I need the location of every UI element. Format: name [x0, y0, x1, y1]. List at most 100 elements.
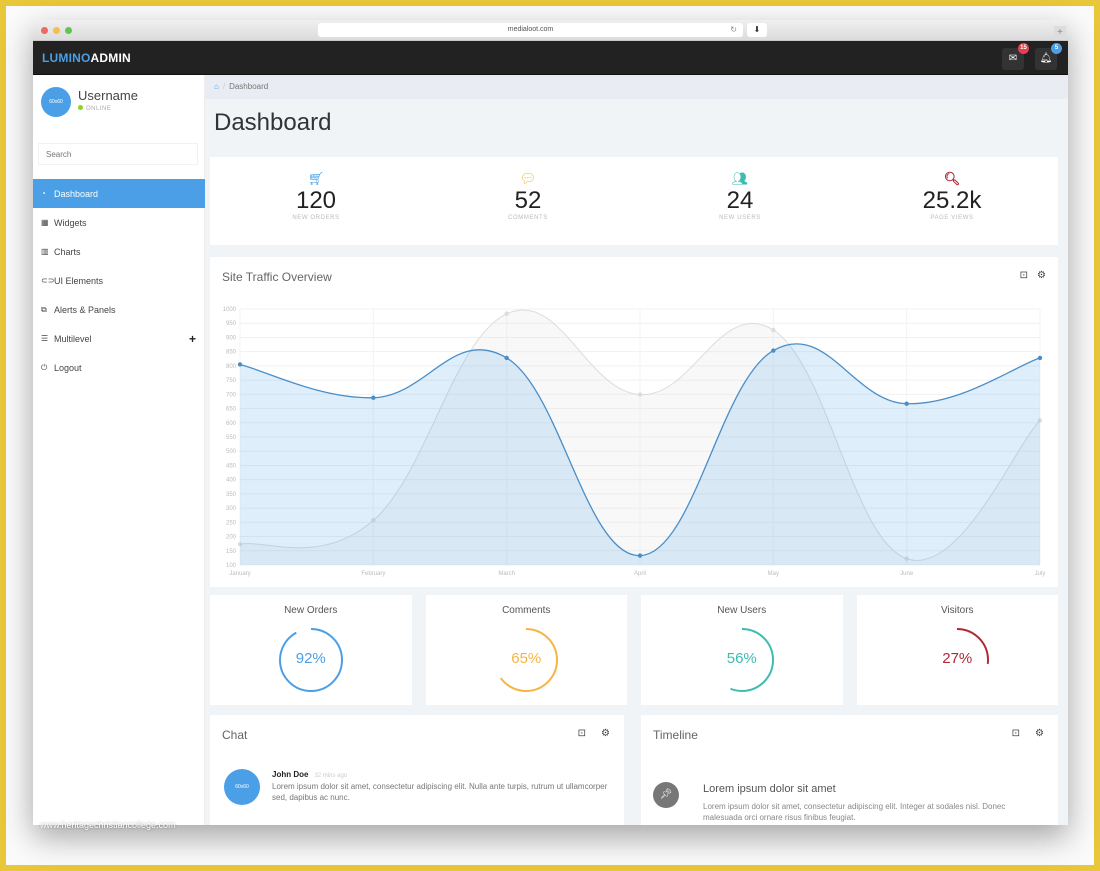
messages-button[interactable]: ✉ 15 — [1002, 43, 1029, 70]
envelope-icon: ✉ — [1008, 53, 1018, 64]
sidebar-item-alerts-panels[interactable]: ⧉ Alerts & Panels — [33, 295, 205, 324]
new-tab-button[interactable]: + — [1054, 26, 1066, 40]
expand-icon[interactable]: + — [189, 332, 196, 346]
search-icon: 🔍︎ — [943, 171, 961, 186]
sidebar-search-input[interactable] — [38, 143, 198, 165]
circle-stat-title: Comments — [502, 605, 551, 616]
stat-label: NEW ORDERS — [292, 215, 340, 221]
data-point — [504, 355, 509, 361]
chat-author: John Doe — [272, 770, 309, 779]
maximize-window-button[interactable] — [65, 27, 72, 34]
chat-message-header: John Doe 32 mins ago — [272, 770, 347, 779]
sidebar-item-label: UI Elements — [54, 275, 104, 286]
circle-stat-value: 56% — [726, 650, 757, 667]
sidebar-menu: ◔ Dashboard ▦ Widgets ▥ Charts ⊂⊃ UI Ele… — [33, 179, 205, 382]
avatar[interactable]: 60x60 — [41, 87, 71, 117]
page-title: Dashboard — [214, 109, 332, 136]
chat-avatar: 60x60 — [224, 769, 260, 805]
settings-icon[interactable]: ⚙ — [1037, 270, 1046, 281]
y-tick-label: 600 — [226, 421, 237, 427]
circle-stat-value: 92% — [295, 650, 326, 667]
y-tick-label: 100 — [226, 563, 237, 569]
watermark: www.heritagechristiancollege.com — [40, 820, 176, 830]
panel-header: Site Traffic Overview ⊡ ⚙ — [210, 257, 1058, 297]
sidebar: 60x60 Username ONLINE ◔ Dashboard ▦ Widg… — [33, 75, 205, 825]
toggle-panel-icon[interactable]: ⊡ — [1020, 270, 1028, 281]
timeline-panel: Timeline ⊡ ⚙ 📌︎ Lorem ipsum dolor sit am… — [641, 715, 1058, 825]
data-point — [904, 401, 909, 406]
y-tick-label: 700 — [226, 392, 237, 398]
address-bar[interactable]: medialoot.com ↻ — [318, 23, 743, 37]
sidebar-item-widgets[interactable]: ▦ Widgets — [33, 208, 205, 237]
top-navbar: LUMINOADMIN ✉ 15 🔔︎ 5 — [33, 41, 1068, 75]
chat-message-text: Lorem ipsum dolor sit amet, consectetur … — [272, 782, 608, 802]
stat-value: 120 — [295, 187, 337, 214]
x-tick-label: May — [768, 571, 779, 577]
circle-stat-value: 65% — [511, 650, 542, 667]
x-tick-label: June — [900, 571, 914, 577]
clone-icon: ⧉ — [41, 304, 47, 314]
data-point — [1037, 355, 1043, 361]
circle-stat-comments: Comments 65% — [425, 595, 627, 705]
y-tick-label: 1000 — [223, 307, 237, 313]
data-point — [771, 327, 776, 333]
sidebar-item-multilevel[interactable]: ☰ Multilevel + — [33, 324, 205, 353]
circle-stat-value: 27% — [942, 650, 973, 667]
minimize-window-button[interactable] — [53, 27, 60, 34]
sidebar-item-logout[interactable]: ⏻ Logout — [33, 353, 205, 382]
pushpin-icon: 📌︎ — [653, 782, 679, 808]
stat-label: COMMENTS — [508, 215, 548, 221]
y-tick-label: 800 — [226, 364, 237, 370]
data-point — [504, 311, 509, 317]
traffic-chart: 100 150 200 250 300 350 400 450 500 550 600 650 700 7… — [223, 307, 1046, 577]
stats-row: 🛒︎ 120 NEW ORDERS 💬︎ 52 COMMENTS 👥︎ 24 N… — [210, 157, 1058, 245]
breadcrumb-separator: / — [222, 82, 226, 91]
user-status-text: ONLINE — [86, 106, 112, 112]
x-tick-label: February — [361, 571, 385, 577]
sidebar-item-charts[interactable]: ▥ Charts — [33, 237, 205, 266]
x-tick-label: March — [498, 571, 515, 577]
sidebar-item-label: Multilevel — [54, 333, 92, 344]
sidebar-item-label: Dashboard — [54, 188, 99, 199]
toggle-panel-icon[interactable]: ⊡ — [1012, 728, 1020, 739]
brand-part-2: ADMIN — [90, 51, 131, 65]
stat-value: 24 — [726, 187, 754, 214]
sidebar-item-label: Charts — [54, 246, 81, 257]
notifications-badge: 5 — [1051, 43, 1062, 54]
sidebar-item-ui-elements[interactable]: ⊂⊃ UI Elements — [33, 266, 205, 295]
sidebar-item-label: Logout — [54, 362, 82, 373]
circle-stat-title: Visitors — [940, 605, 974, 616]
reload-icon[interactable]: ↻ — [730, 23, 737, 37]
toggle-icon: ⊂⊃ — [41, 276, 55, 285]
power-icon: ⏻ — [41, 362, 48, 372]
sidebar-item-dashboard[interactable]: ◔ Dashboard — [33, 179, 205, 208]
circle-stat-new-users: New Users 56% — [641, 595, 843, 705]
data-point — [637, 392, 643, 397]
close-window-button[interactable] — [41, 27, 48, 34]
y-tick-label: 900 — [226, 335, 237, 341]
panel-title: Site Traffic Overview — [222, 270, 332, 284]
toggle-panel-icon[interactable]: ⊡ — [578, 728, 586, 739]
list-icon: ☰ — [41, 334, 49, 343]
settings-icon[interactable]: ⚙ — [601, 728, 610, 739]
download-icon: ⬇ — [753, 25, 761, 34]
user-profile: 60x60 Username ONLINE — [33, 75, 204, 135]
dashboard-icon: ◔ — [41, 189, 46, 198]
download-button[interactable]: ⬇ — [747, 23, 767, 37]
cart-icon: 🛒︎ — [307, 171, 325, 186]
users-icon: 👥︎ — [731, 171, 749, 186]
circle-stat-visitors: Visitors 27% — [856, 595, 1058, 705]
settings-icon[interactable]: ⚙ — [1035, 728, 1044, 739]
notifications-button[interactable]: 🔔︎ 5 — [1035, 43, 1062, 70]
panel-title: Timeline — [653, 728, 698, 742]
stat-new-orders: 🛒︎ 120 NEW ORDERS — [210, 157, 422, 245]
timeline-item-title: Lorem ipsum dolor sit amet — [703, 783, 836, 795]
y-tick-label: 550 — [226, 435, 237, 441]
y-tick-label: 850 — [226, 350, 237, 356]
stat-new-users: 👥︎ 24 NEW USERS — [634, 157, 846, 245]
brand-logo[interactable]: LUMINOADMIN — [42, 51, 131, 65]
main-content: ⌂ / Dashboard Dashboard 🛒︎ 120 NEW ORDERS … — [205, 75, 1068, 825]
browser-toolbar: medialoot.com ↻ ⬇ + — [33, 20, 1068, 41]
home-icon[interactable]: ⌂ — [214, 82, 219, 91]
online-dot-icon — [78, 105, 83, 110]
